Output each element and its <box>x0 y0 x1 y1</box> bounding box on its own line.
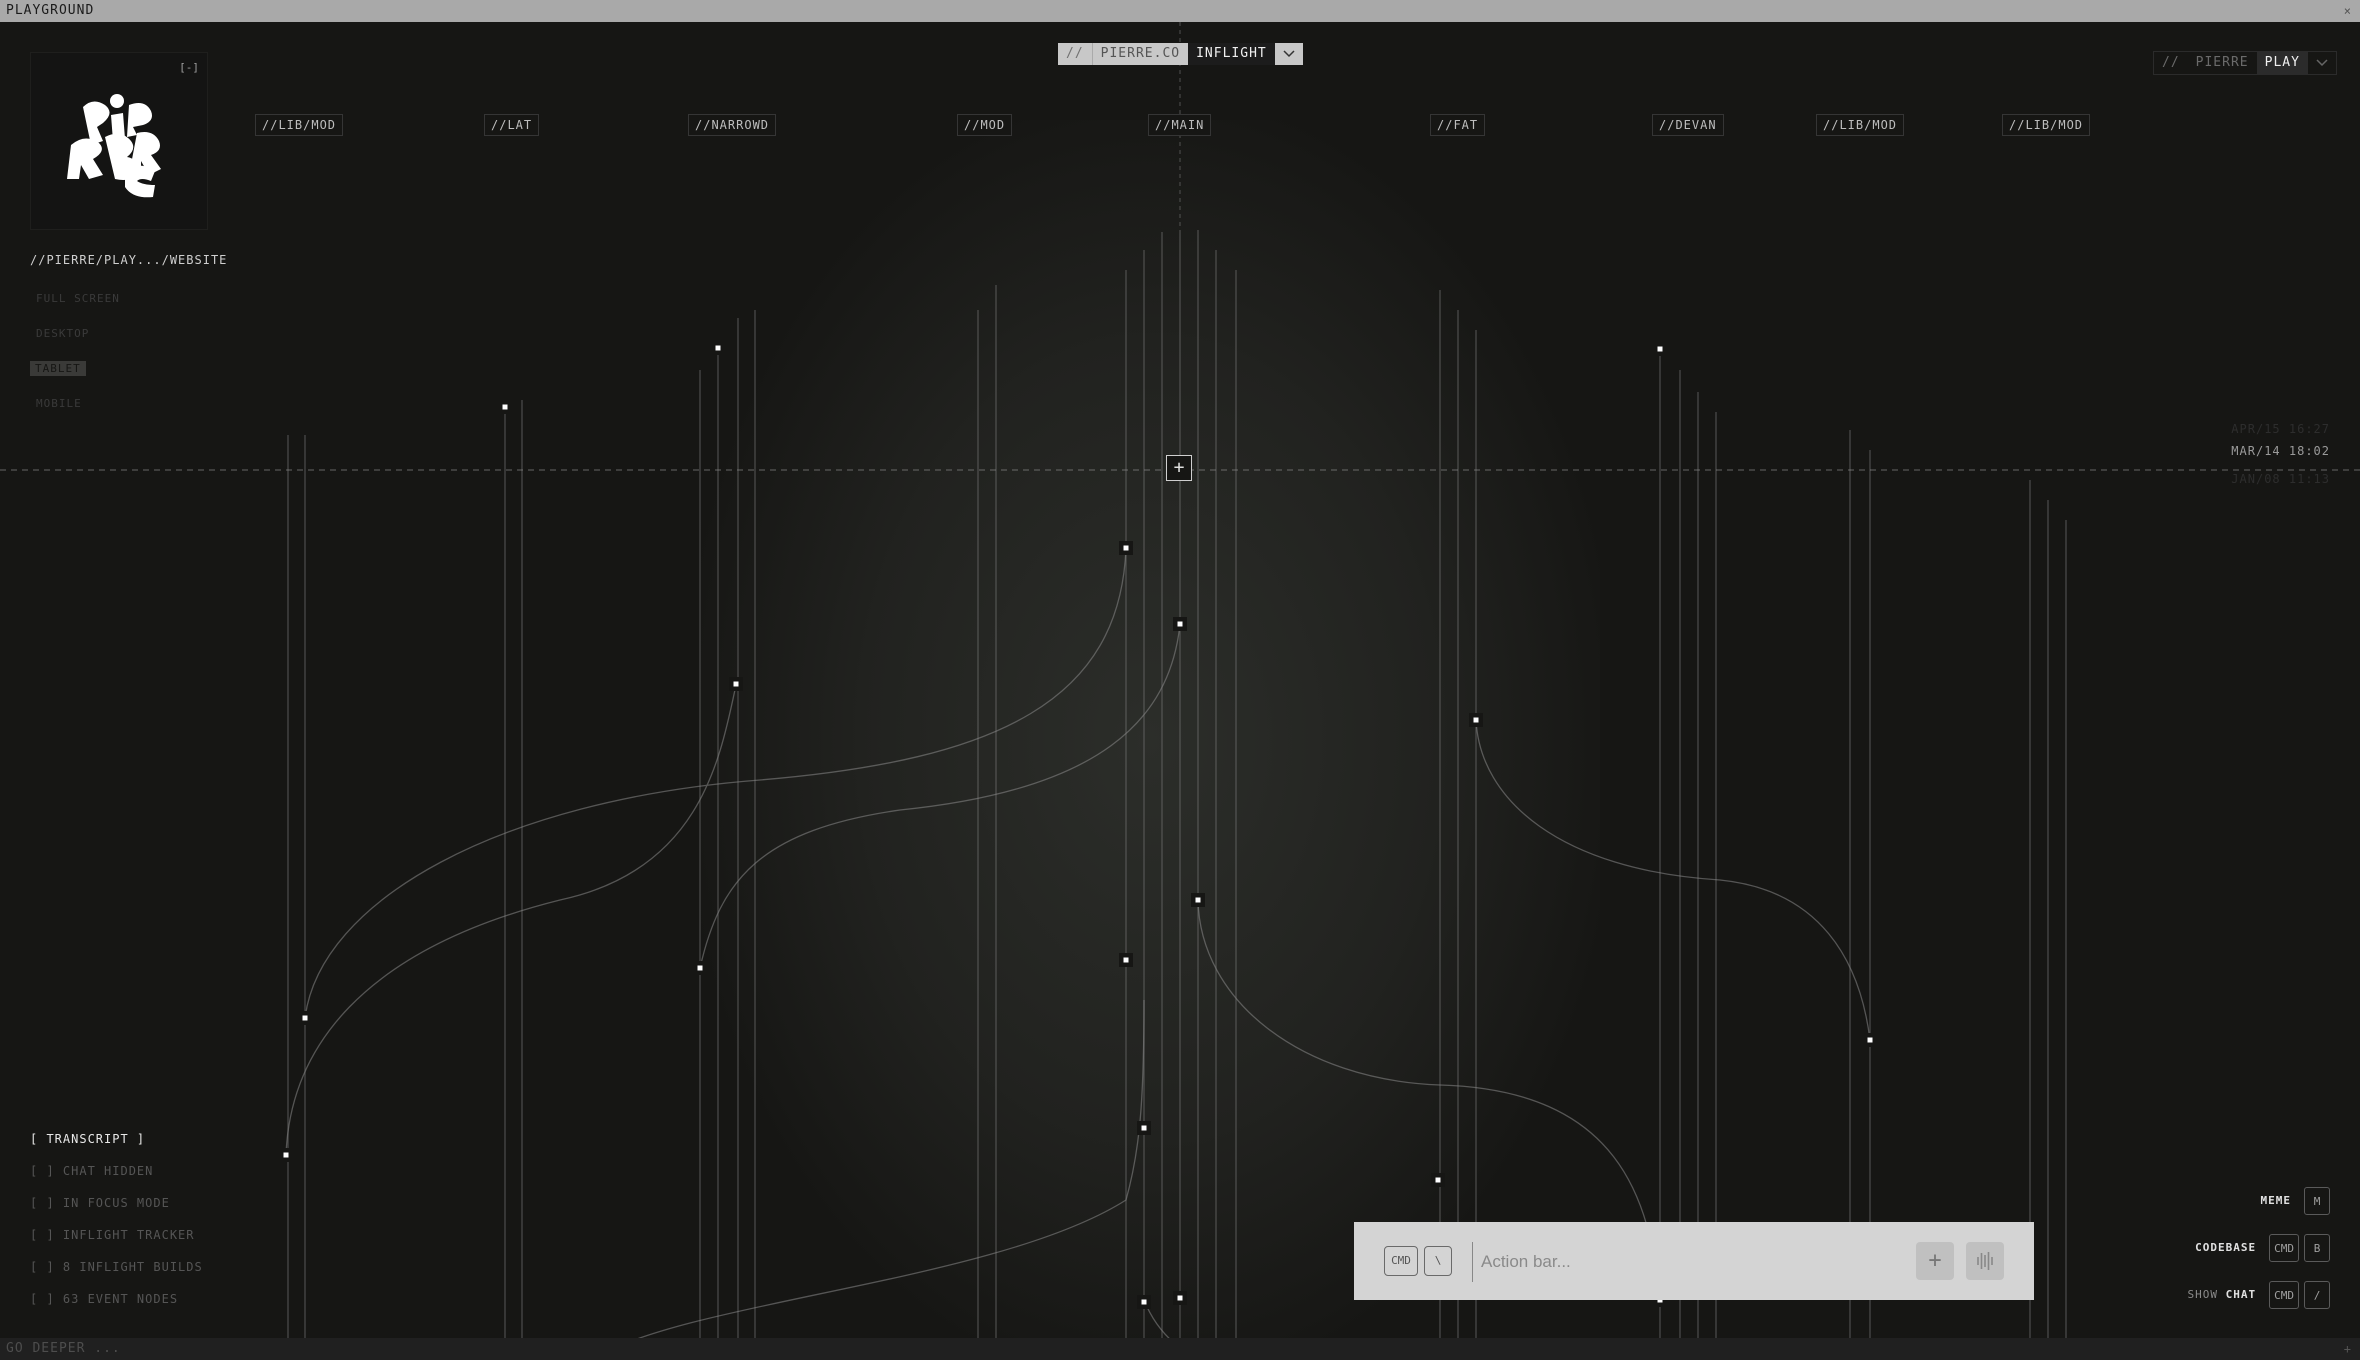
event-node[interactable] <box>1141 1125 1147 1131</box>
status-inflight-builds[interactable]: [ ] 8 INFLIGHT BUILDS <box>30 1258 203 1290</box>
event-node[interactable] <box>302 1015 308 1021</box>
action-bar: CMD \ + <box>1354 1222 2034 1300</box>
window-titlebar: PLAYGROUND × <box>0 0 2360 22</box>
event-node[interactable] <box>697 965 703 971</box>
project-domain[interactable]: PIERRE.CO <box>1091 43 1188 65</box>
status-focus-mode[interactable]: [ ] IN FOCUS MODE <box>30 1194 203 1226</box>
event-node[interactable] <box>1657 346 1663 352</box>
status-list: [ TRANSCRIPT ] [ ] CHAT HIDDEN [ ] IN FO… <box>30 1130 203 1322</box>
event-node[interactable] <box>502 404 508 410</box>
event-node[interactable] <box>1123 957 1129 963</box>
key-cap-backslash[interactable]: \ <box>1424 1246 1452 1276</box>
merge-curve <box>304 547 1127 1019</box>
key-cap: M <box>2304 1186 2330 1215</box>
logo-collapse-button[interactable]: [-] <box>179 61 199 74</box>
branch-tag-narrowd[interactable]: //NARROWD <box>688 114 777 136</box>
status-chat-hidden[interactable]: [ ] CHAT HIDDEN <box>30 1162 203 1194</box>
workspace-selected[interactable]: PLAY <box>2256 52 2308 74</box>
branch-tag-mod[interactable]: //MOD <box>957 114 1013 136</box>
status-transcript[interactable]: [ TRANSCRIPT ] <box>30 1130 203 1162</box>
timestamp[interactable]: JAN/08 11:13 <box>2231 468 2330 490</box>
crosshair-plus-icon[interactable]: + <box>1166 455 1192 481</box>
event-node[interactable] <box>1177 621 1183 627</box>
branch-tag-main[interactable]: //MAIN <box>1148 114 1212 136</box>
status-event-nodes[interactable]: [ ] 63 EVENT NODES <box>30 1290 203 1322</box>
branch-graph <box>0 22 2360 1360</box>
expand-icon[interactable]: + <box>2344 1338 2352 1360</box>
event-node[interactable] <box>1177 1295 1183 1301</box>
branch-tag-lib-mod-3[interactable]: //LIB/MOD <box>2002 114 2091 136</box>
chevron-down-icon[interactable] <box>1275 43 1303 65</box>
shortcut-label: MEME <box>2260 1194 2291 1207</box>
window-close-icon[interactable]: × <box>2344 0 2352 22</box>
merge-curve <box>699 623 1181 969</box>
shortcut-meme[interactable]: MEME M <box>2188 1177 2330 1224</box>
branch-tag-devan[interactable]: //DEVAN <box>1652 114 1724 136</box>
action-bar-input[interactable] <box>1472 1242 1923 1282</box>
logo-panel: [-] <box>30 52 208 230</box>
workspace-selector[interactable]: // PIERRE PLAY <box>2153 51 2337 75</box>
event-node[interactable] <box>1473 717 1479 723</box>
project-selector-prefix: // <box>1066 46 1084 61</box>
workspace-org[interactable]: PIERRE <box>2188 52 2257 74</box>
event-node[interactable] <box>715 345 721 351</box>
footer-hint[interactable]: GO DEEPER ... <box>6 1341 121 1356</box>
event-node[interactable] <box>1123 545 1129 551</box>
key-cap-cmd[interactable]: CMD <box>1384 1246 1418 1276</box>
key-cap: / <box>2304 1280 2330 1309</box>
status-inflight-tracker[interactable]: [ ] INFLIGHT TRACKER <box>30 1226 203 1258</box>
window-title: PLAYGROUND <box>6 3 95 18</box>
event-node[interactable] <box>1195 897 1201 903</box>
shortcut-label: CODEBASE <box>2195 1241 2257 1254</box>
timeline-timestamps: APR/15 16:27 MAR/14 18:02 JAN/08 11:13 <box>2231 418 2330 490</box>
event-node[interactable] <box>1867 1037 1873 1043</box>
view-mode-list: FULL SCREEN DESKTOP TABLET MOBILE <box>30 290 120 430</box>
merge-curve <box>599 999 1145 1356</box>
project-selected[interactable]: INFLIGHT <box>1188 43 1275 65</box>
branch-tag-lib-mod[interactable]: //LIB/MOD <box>255 114 344 136</box>
timestamp-active[interactable]: MAR/14 18:02 <box>2231 440 2330 462</box>
event-node[interactable] <box>1141 1299 1147 1305</box>
shortcut-label: SHOW CHAT <box>2187 1288 2257 1301</box>
event-node[interactable] <box>1435 1177 1441 1183</box>
branch-tag-lat[interactable]: //LAT <box>484 114 540 136</box>
project-selector[interactable]: // PIERRE.CO INFLIGHT <box>1058 43 1303 65</box>
branch-tag-fat[interactable]: //FAT <box>1430 114 1486 136</box>
chevron-down-icon[interactable] <box>2308 52 2336 74</box>
view-mode-desktop[interactable]: DESKTOP <box>30 325 120 360</box>
timestamp[interactable]: APR/15 16:27 <box>2231 418 2330 440</box>
view-mode-full-screen[interactable]: FULL SCREEN <box>30 290 120 325</box>
view-mode-tablet[interactable]: TABLET <box>30 360 120 395</box>
key-cap: CMD <box>2269 1280 2299 1309</box>
event-node[interactable] <box>733 681 739 687</box>
view-mode-mobile[interactable]: MOBILE <box>30 395 120 430</box>
shortcut-show-chat[interactable]: SHOW CHAT CMD / <box>2187 1271 2330 1318</box>
keyboard-shortcuts: MEME M CODEBASE CMD B SHOW CHAT CMD / <box>2187 1177 2330 1318</box>
pierre-logo <box>67 94 161 198</box>
key-cap: B <box>2304 1233 2330 1262</box>
key-cap: CMD <box>2269 1233 2299 1262</box>
waveform-icon[interactable] <box>1966 1242 2004 1280</box>
merge-curve <box>1475 719 1871 1041</box>
breadcrumb[interactable]: //PIERRE/PLAY.../WEBSITE <box>30 253 227 267</box>
shortcut-codebase[interactable]: CODEBASE CMD B <box>2188 1224 2330 1271</box>
plus-icon[interactable]: + <box>1916 1242 1954 1280</box>
workspace-selector-prefix: // <box>2162 55 2180 70</box>
branch-tag-lib-mod-2[interactable]: //LIB/MOD <box>1816 114 1905 136</box>
window-footer: GO DEEPER ... + <box>0 1338 2360 1360</box>
event-node[interactable] <box>283 1152 289 1158</box>
merge-curve <box>285 684 737 1156</box>
